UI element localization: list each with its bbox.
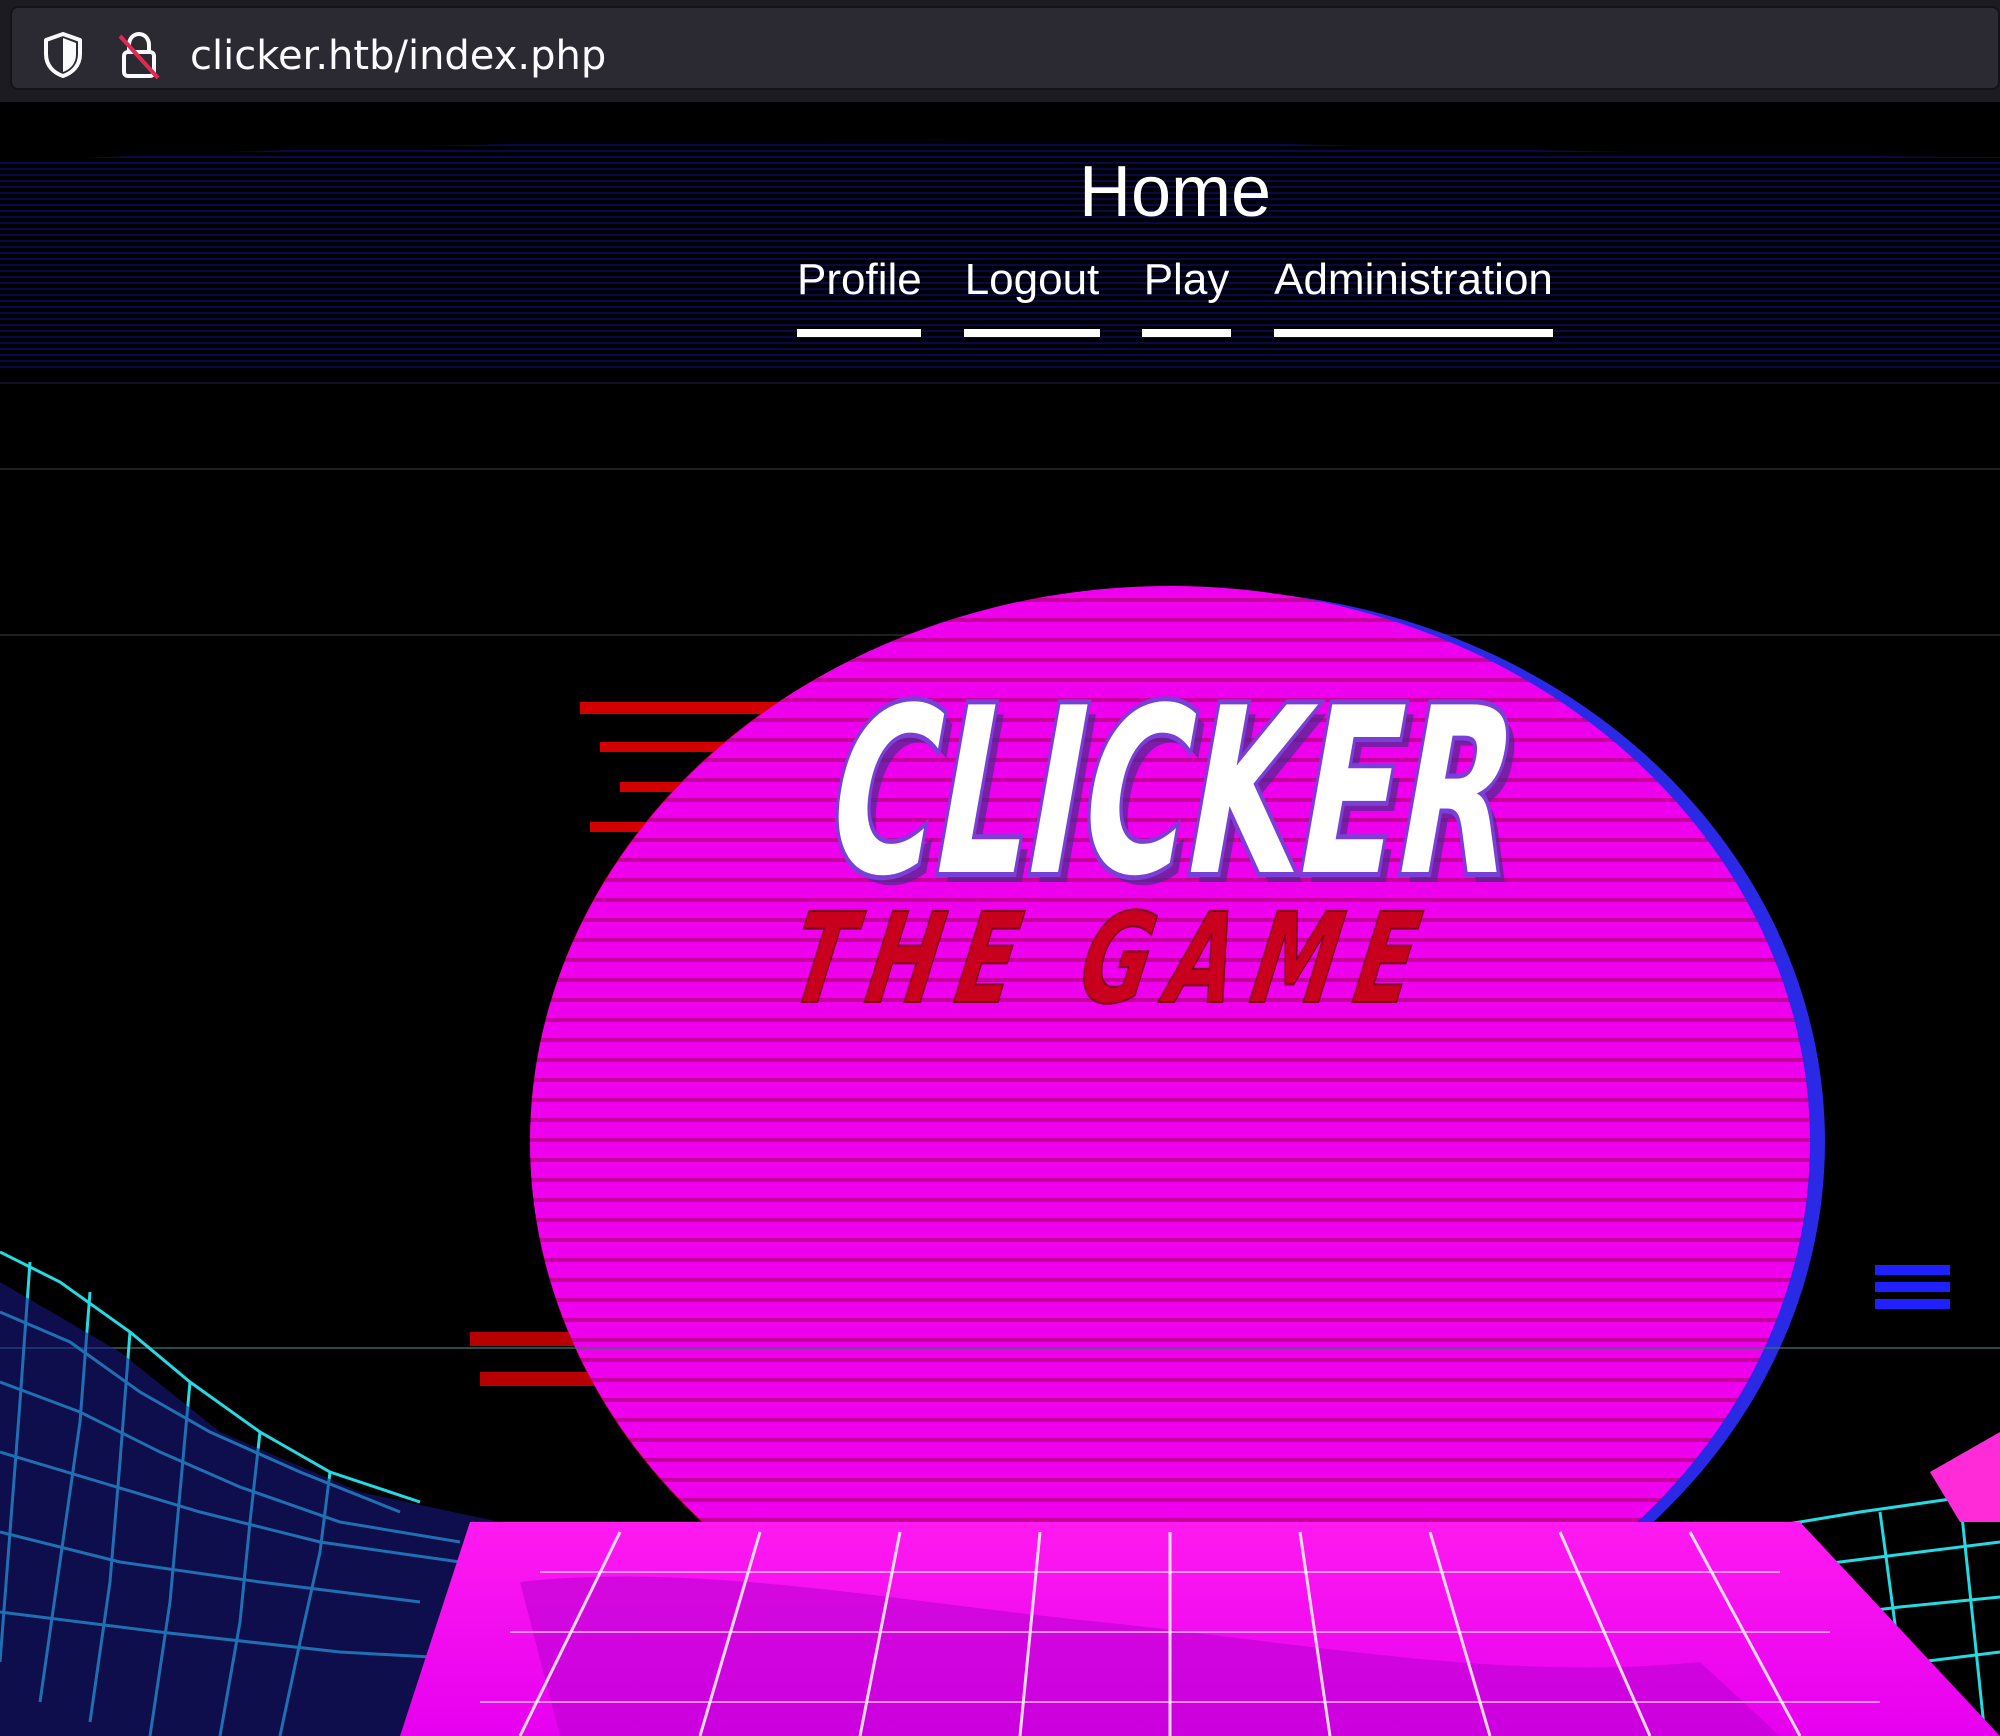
page-title: Home bbox=[1078, 152, 1272, 232]
nav-play-link[interactable]: Play bbox=[1142, 252, 1231, 337]
main-nav: Profile Logout Play Administration bbox=[0, 252, 2000, 337]
nav-administration-label: Administration bbox=[1274, 255, 1553, 304]
url-text: clicker.htb/index.php bbox=[190, 33, 607, 79]
shield-icon[interactable] bbox=[40, 30, 86, 80]
insecure-lock-icon[interactable] bbox=[116, 30, 162, 82]
nav-administration-link[interactable]: Administration bbox=[1274, 252, 1553, 337]
nav-underline bbox=[964, 329, 1100, 337]
nav-play-label: Play bbox=[1143, 255, 1230, 304]
logo-subtitle: THE GAME bbox=[781, 886, 1447, 1032]
nav-underline bbox=[1142, 329, 1231, 337]
nav-logout-link[interactable]: Logout bbox=[964, 252, 1100, 337]
clicker-game-logo: CLICKER CLICKER THE GAME bbox=[780, 654, 1545, 1033]
nav-profile-link[interactable]: Profile bbox=[797, 252, 922, 337]
url-bar[interactable]: clicker.htb/index.php bbox=[10, 6, 2000, 90]
nav-logout-label: Logout bbox=[964, 255, 1100, 304]
nav-underline bbox=[797, 329, 921, 337]
browser-toolbar: clicker.htb/index.php bbox=[0, 0, 2000, 102]
nav-profile-label: Profile bbox=[797, 255, 922, 304]
page-content: Home Profile Logout Play Administration … bbox=[0, 102, 2000, 1736]
nav-underline bbox=[1274, 329, 1553, 337]
